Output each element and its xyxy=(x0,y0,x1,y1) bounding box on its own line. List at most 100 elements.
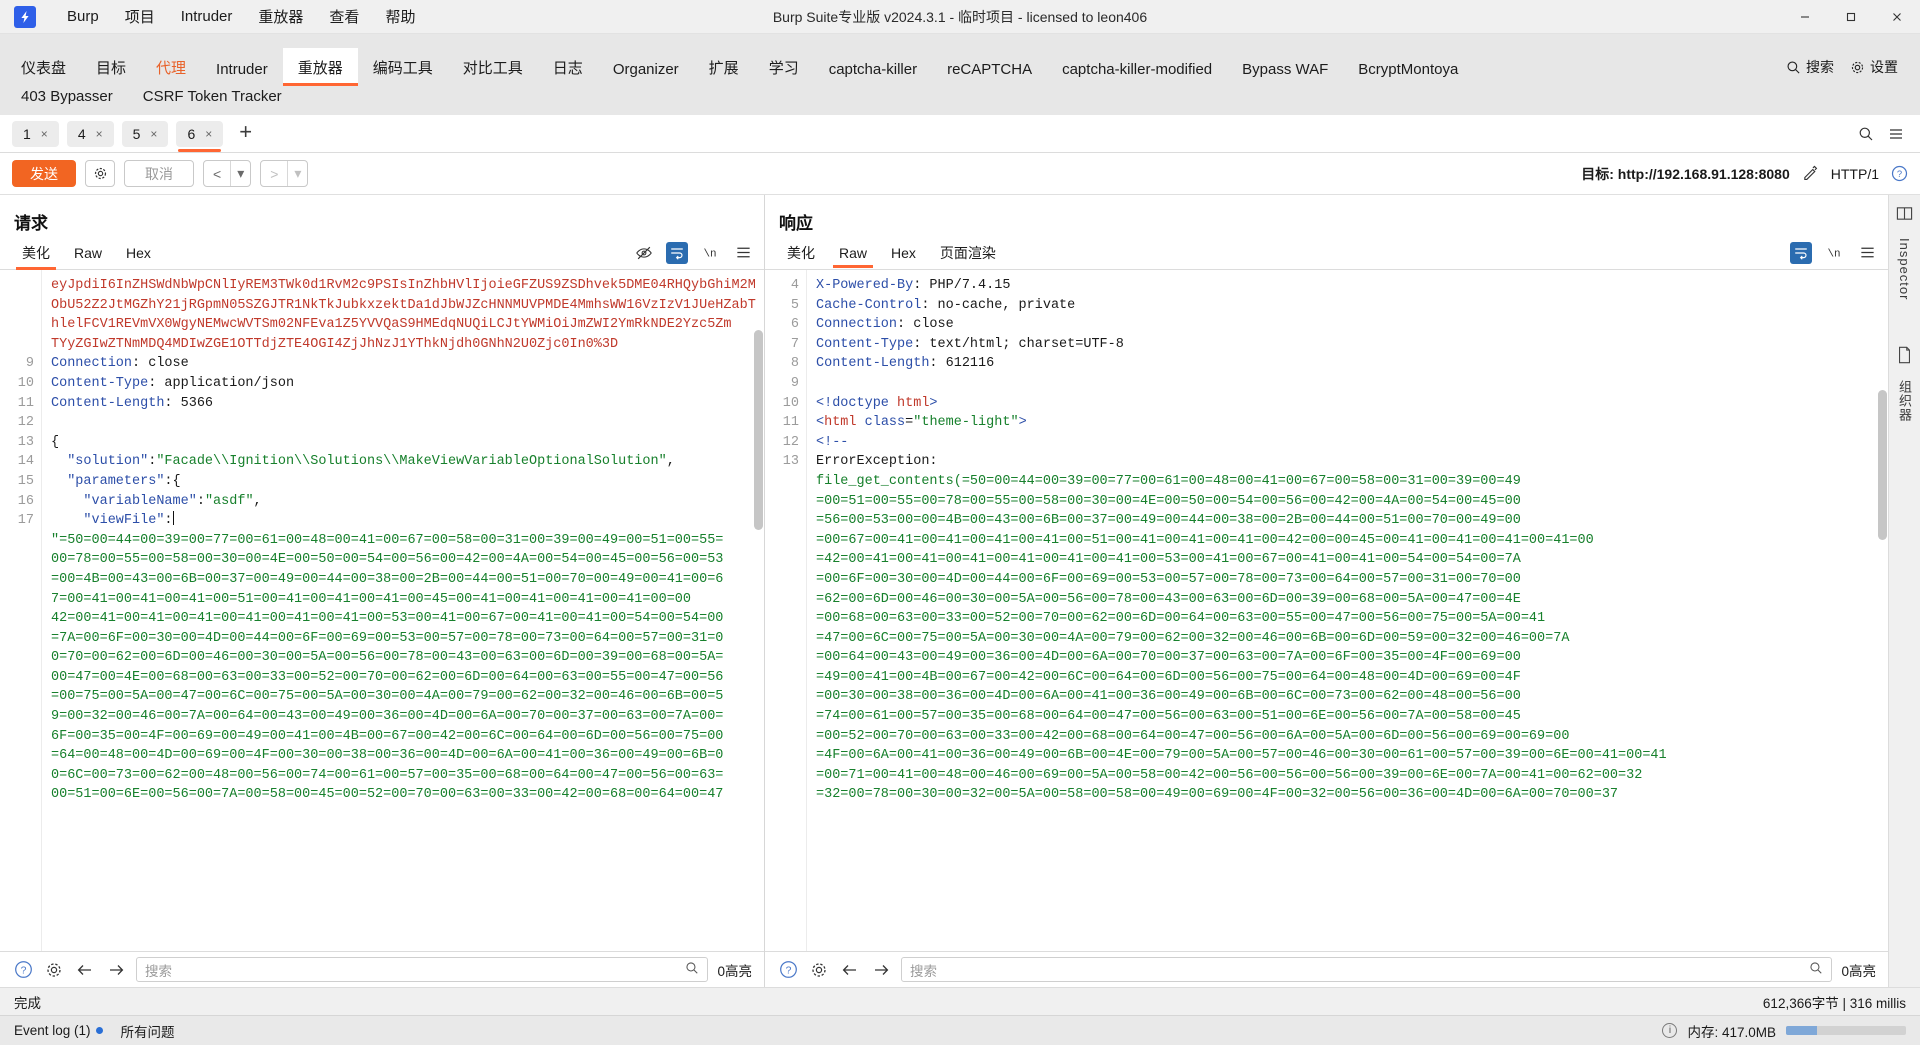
request-tab-hex[interactable]: Hex xyxy=(114,242,163,268)
code-line-hex[interactable]: =7A=00=6F=00=30=00=4D=00=44=00=6F=00=69=… xyxy=(51,629,764,649)
request-search-bar[interactable]: ? 搜索 0高亮 xyxy=(0,951,764,987)
code-line-hex[interactable]: 9=00=32=00=46=00=7A=00=64=00=43=00=49=00… xyxy=(51,707,764,727)
code-line-hex[interactable]: =00=52=00=70=00=63=00=33=00=42=00=68=00=… xyxy=(816,727,1888,747)
tab-repeater[interactable]: 重放器 xyxy=(282,48,358,86)
code-line-hex[interactable]: 42=00=41=00=41=00=41=00=41=00=41=00=41=0… xyxy=(51,609,764,629)
code-line-hex[interactable]: =56=00=53=00=00=4B=00=43=00=6B=00=37=00=… xyxy=(816,511,1888,531)
code-line-hex[interactable]: =00=64=00=43=00=49=00=36=00=4D=00=6A=00=… xyxy=(816,648,1888,668)
search-next-button[interactable] xyxy=(105,959,127,981)
help-icon[interactable]: ? xyxy=(12,959,34,981)
close-icon[interactable]: × xyxy=(41,127,48,141)
menu-item-intruder[interactable]: Intruder xyxy=(168,4,246,29)
code-line[interactable]: "variableName":"asdf", xyxy=(51,492,764,512)
menu-item-project[interactable]: 项目 xyxy=(112,2,168,31)
request-scrollbar[interactable] xyxy=(754,270,763,951)
repeater-toolbar[interactable]: 发送 取消 < ▾ > ▾ 目标: http://192.168.91.128:… xyxy=(0,153,1920,195)
code-line-hex[interactable]: =49=00=41=00=4B=00=67=00=42=00=6C=00=64=… xyxy=(816,668,1888,688)
code-line[interactable] xyxy=(51,413,764,433)
search-icon[interactable] xyxy=(1858,126,1874,142)
history-back-group[interactable]: < ▾ xyxy=(203,160,252,187)
repeater-tab-strip[interactable]: 1 × 4 × 5 × 6 × + xyxy=(0,115,1920,153)
code-line-hex[interactable]: =32=00=78=00=30=00=32=00=5A=00=58=00=58=… xyxy=(816,785,1888,805)
code-line-hex[interactable]: "=50=00=44=00=39=00=77=00=61=00=48=00=41… xyxy=(51,531,764,551)
close-icon[interactable]: × xyxy=(150,127,157,141)
edit-target-icon[interactable] xyxy=(1802,165,1819,182)
organizer-label[interactable]: 组织器 xyxy=(1895,380,1914,422)
code-line-hex[interactable]: =00=51=00=55=00=78=00=55=00=58=00=30=00=… xyxy=(816,492,1888,512)
right-rail[interactable]: Inspector 组织器 xyxy=(1888,195,1920,987)
code-line-hex[interactable]: =00=75=00=5A=00=47=00=6C=00=75=00=5A=00=… xyxy=(51,687,764,707)
code-line[interactable]: Cache-Control: no-cache, private xyxy=(816,296,1888,316)
global-search-button[interactable]: 搜索 xyxy=(1780,54,1840,80)
code-line-hex[interactable]: =00=4B=00=43=00=6B=00=37=00=49=00=44=00=… xyxy=(51,570,764,590)
code-line-hex[interactable]: =74=00=61=00=57=00=35=00=68=00=64=00=47=… xyxy=(816,707,1888,727)
code-line-hex[interactable]: =47=00=6C=00=75=00=5A=00=30=00=4A=00=79=… xyxy=(816,629,1888,649)
code-line-hex[interactable]: =42=00=41=00=41=00=41=00=41=00=41=00=41=… xyxy=(816,550,1888,570)
code-line-hex[interactable]: 00=47=00=4E=00=68=00=63=00=33=00=52=00=7… xyxy=(51,668,764,688)
code-line[interactable]: Connection: close xyxy=(816,315,1888,335)
request-search-input[interactable]: 搜索 xyxy=(136,957,709,982)
word-wrap-icon[interactable] xyxy=(666,241,688,264)
repeater-tab-6[interactable]: 6 × xyxy=(176,120,224,152)
menu-icon[interactable] xyxy=(1888,126,1904,142)
tab-learn[interactable]: 学习 xyxy=(754,48,814,86)
code-line-hex[interactable]: =00=30=00=38=00=36=00=4D=00=6A=00=41=00=… xyxy=(816,687,1888,707)
response-tab-render[interactable]: 页面渲染 xyxy=(928,240,1008,270)
code-line-hex[interactable]: 00=51=00=6E=00=56=00=7A=00=58=00=45=00=5… xyxy=(51,785,764,805)
newline-icon[interactable]: \n xyxy=(699,242,721,264)
request-tab-raw[interactable]: Raw xyxy=(62,242,114,268)
tab-target[interactable]: 目标 xyxy=(81,48,141,86)
hide-icon[interactable] xyxy=(633,242,655,264)
memory-group[interactable]: i 内存: 417.0MB xyxy=(1662,1021,1906,1041)
settings-button[interactable]: 设置 xyxy=(1844,54,1904,80)
repeater-tab-5[interactable]: 5 × xyxy=(121,120,169,147)
code-line[interactable]: Content-Type: application/json xyxy=(51,374,764,394)
code-line[interactable]: Content-Type: text/html; charset=UTF-8 xyxy=(816,335,1888,355)
code-line-hex[interactable]: 0=6C=00=73=00=62=00=48=00=56=00=74=00=61… xyxy=(51,766,764,786)
response-tab-hex[interactable]: Hex xyxy=(879,242,928,268)
memory-bar[interactable] xyxy=(1786,1026,1906,1035)
toolbar-right-group[interactable]: 目标: http://192.168.91.128:8080 HTTP/1 ? xyxy=(1581,164,1908,184)
code-line[interactable]: X-Powered-By: PHP/7.4.15 xyxy=(816,276,1888,296)
menu-item-repeater[interactable]: 重放器 xyxy=(245,2,316,31)
search-next-button[interactable] xyxy=(870,959,892,981)
info-icon[interactable]: i xyxy=(1662,1023,1678,1038)
code-line-hex[interactable]: =4F=00=6A=00=41=00=36=00=49=00=6B=00=4E=… xyxy=(816,746,1888,766)
document-icon[interactable] xyxy=(1896,346,1913,364)
tab-csrf-token-tracker[interactable]: CSRF Token Tracker xyxy=(128,86,297,111)
search-icon[interactable] xyxy=(1809,961,1823,978)
tab-403-bypasser[interactable]: 403 Bypasser xyxy=(6,86,128,111)
repeater-tab-4[interactable]: 4 × xyxy=(66,120,114,147)
response-tab-pretty[interactable]: 美化 xyxy=(775,240,827,270)
history-back-caret-icon[interactable]: ▾ xyxy=(230,161,250,186)
main-tab-bar[interactable]: 仪表盘 目标 代理 Intruder 重放器 编码工具 对比工具 日志 Orga… xyxy=(0,34,1920,86)
newline-icon[interactable]: \n xyxy=(1823,242,1845,264)
layout-icon[interactable] xyxy=(1896,205,1913,222)
tab-captcha-killer[interactable]: captcha-killer xyxy=(814,52,932,86)
search-settings-icon[interactable] xyxy=(43,959,65,981)
tab-organizer[interactable]: Organizer xyxy=(598,52,694,86)
code-line[interactable]: <!doctype html> xyxy=(816,394,1888,414)
help-icon[interactable]: ? xyxy=(777,959,799,981)
close-button[interactable] xyxy=(1874,0,1920,34)
code-line[interactable]: hlelFCV1REVmVX0WgyNEMwcWVTSm02NFEva1Z5YV… xyxy=(51,315,764,335)
event-log-button[interactable]: Event log (1) xyxy=(14,1023,103,1038)
search-icon[interactable] xyxy=(685,961,699,978)
help-icon[interactable]: ? xyxy=(1891,165,1908,182)
main-tab-tools[interactable]: 搜索 设置 xyxy=(1780,48,1914,86)
send-button[interactable]: 发送 xyxy=(12,160,76,187)
menu-icon[interactable] xyxy=(1856,242,1878,264)
close-icon[interactable]: × xyxy=(96,127,103,141)
request-code[interactable]: eyJpdiI6InZHSWdNbWpCNlIyREM3TWk0d1RvM2c9… xyxy=(42,270,764,951)
code-line[interactable]: Connection: close xyxy=(51,354,764,374)
add-repeater-tab-button[interactable]: + xyxy=(231,121,260,143)
menu-item-burp[interactable]: Burp xyxy=(54,4,112,29)
history-forward-group[interactable]: > ▾ xyxy=(260,160,309,187)
tab-comparer[interactable]: 对比工具 xyxy=(448,48,538,86)
code-line[interactable]: "viewFile": xyxy=(51,511,764,531)
event-bar[interactable]: Event log (1) 所有问题 i 内存: 417.0MB xyxy=(0,1015,1920,1045)
send-options-button[interactable] xyxy=(85,160,115,187)
code-line-hex[interactable]: 0=70=00=62=00=6D=00=46=00=30=00=5A=00=56… xyxy=(51,648,764,668)
history-back-button[interactable]: < xyxy=(204,161,230,186)
repeater-tab-1[interactable]: 1 × xyxy=(12,120,59,147)
